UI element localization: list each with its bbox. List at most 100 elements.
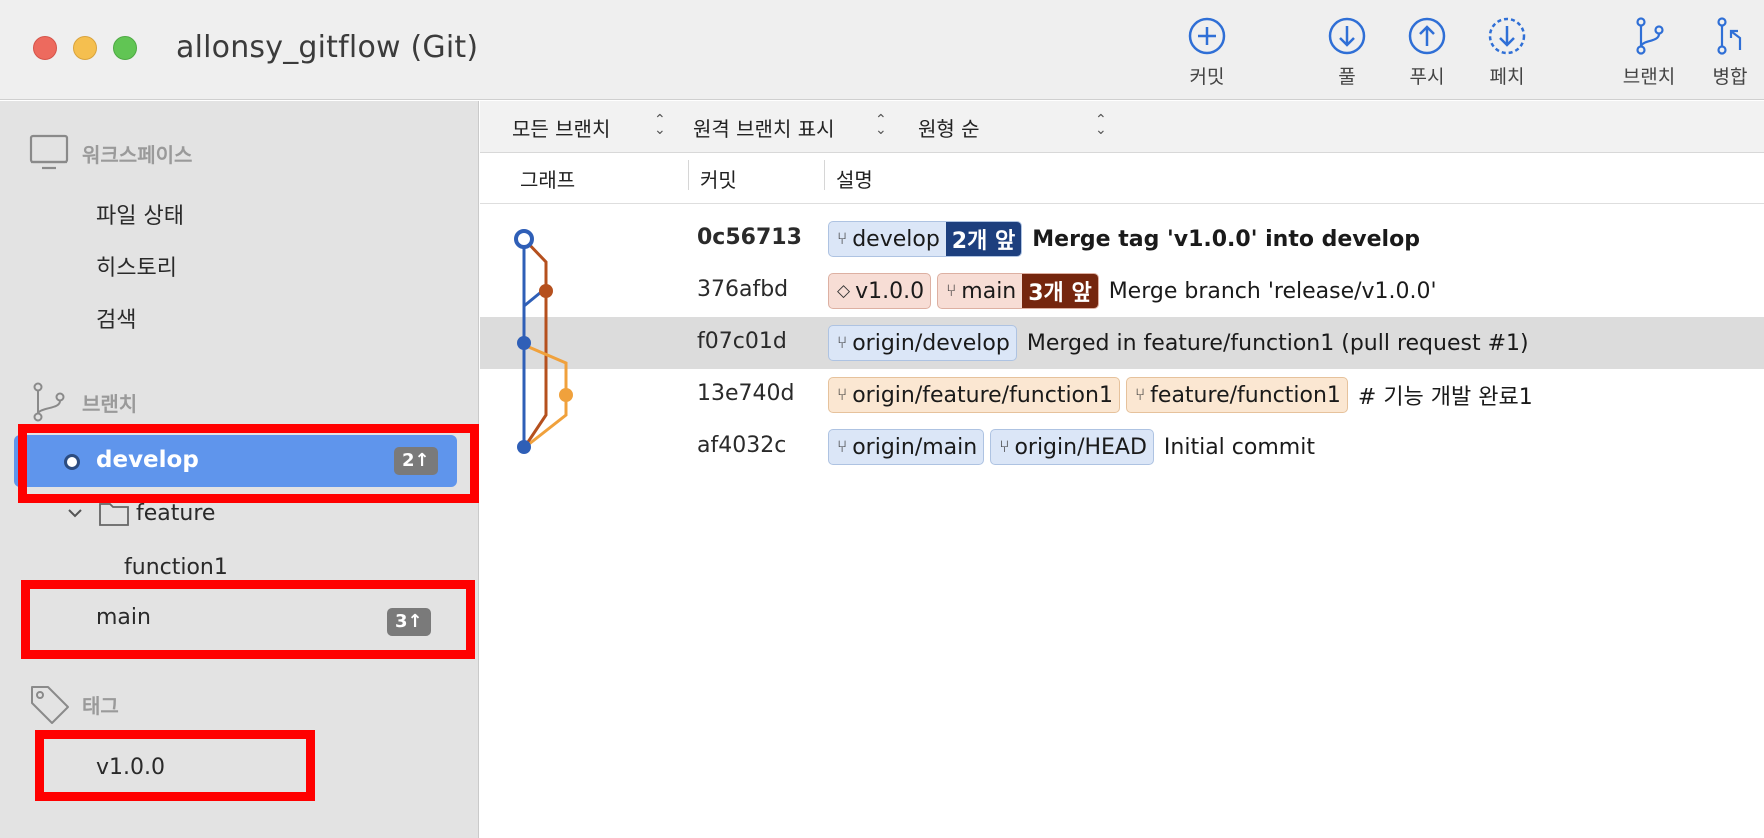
commit-row[interactable]: 13e740d ⑂ origin/feature/function1 ⑂ featu… — [480, 369, 1764, 421]
commit-refs: ◇ v1.0.0 ⑂ main 3개 앞 Merge branch 'release… — [828, 273, 1437, 309]
ahead-indicator: 2개 앞 — [945, 222, 1022, 256]
sidebar-folder-feature[interactable]: feature — [64, 499, 215, 527]
branch-icon: ⑂ — [946, 281, 957, 301]
fetch-button-label: 페치 — [1489, 66, 1525, 88]
dashed-arrow-down-circle-icon — [1488, 17, 1526, 55]
order-filter-value: 원형 순 — [918, 117, 980, 141]
sidebar-branch-main[interactable]: main 3↑ — [24, 593, 454, 645]
graph-node — [539, 284, 553, 298]
merge-icon — [1717, 17, 1742, 55]
commit-message: Initial commit — [1163, 434, 1315, 460]
commit-hash: 376afbd — [697, 277, 789, 302]
commit-row[interactable]: 0c56713 ⑂ develop 2개 앞 Merge tag 'v1.0.0'… — [480, 213, 1764, 265]
folder-icon — [99, 503, 129, 526]
sidebar-branch-develop[interactable]: develop 2↑ — [14, 435, 457, 487]
sidebar-item-history[interactable]: 히스토리 — [96, 250, 177, 282]
commit-hash: 13e740d — [697, 381, 795, 406]
tag-icon — [31, 686, 69, 724]
column-separator[interactable] — [824, 160, 825, 190]
commit-message: Merge tag 'v1.0.0' into develop — [1032, 226, 1420, 252]
branch-icon: ⑂ — [837, 229, 848, 249]
sidebar: 워크스페이스 파일 상태 히스토리 검색 브랜치 develop 2↑ feat… — [0, 101, 479, 838]
commit-graph — [514, 229, 573, 454]
title-bar: allonsy_gitflow (Git) 커밋 풀 푸시 페치 브랜치 병합 — [0, 0, 1764, 100]
order-filter-select[interactable]: 원형 순 ⌃ ⌄ — [918, 113, 1118, 142]
pull-button-label: 풀 — [1338, 66, 1356, 88]
branch-button[interactable]: 브랜치 — [1614, 16, 1684, 96]
ref-label: origin/HEAD — [1014, 434, 1147, 460]
branch-ref-pill[interactable]: ⑂ feature/function1 — [1125, 377, 1348, 413]
graph-node — [559, 388, 573, 402]
arrow-down-circle-icon — [1328, 17, 1366, 55]
commit-refs: ⑂ origin/main ⑂ origin/HEAD Initial commit — [828, 429, 1315, 465]
merge-button-label: 병합 — [1712, 66, 1748, 88]
column-separator[interactable] — [688, 160, 689, 190]
column-header-description[interactable]: 설명 — [836, 164, 873, 193]
filter-bar: 모든 브랜치 ⌃ ⌄ 원격 브랜치 표시 ⌃ ⌄ 원형 순 ⌃ ⌄ — [480, 101, 1764, 153]
branch-icon: ⑂ — [999, 437, 1010, 457]
chevron-up-down-icon: ⌃ ⌄ — [654, 112, 666, 138]
tags-section-header[interactable]: 태그 — [28, 683, 119, 725]
commit-row[interactable]: 376afbd ◇ v1.0.0 ⑂ main 3개 앞 Merge branch … — [480, 265, 1764, 317]
chevron-down-icon — [68, 509, 82, 518]
branch-icon: ⑂ — [837, 437, 848, 457]
push-button[interactable]: 푸시 — [1392, 16, 1462, 96]
folder-label: feature — [136, 500, 216, 526]
window-title: allonsy_gitflow (Git) — [176, 30, 479, 65]
current-branch-indicator — [64, 454, 80, 470]
commit-message: # 기능 개발 완료1 — [1357, 385, 1533, 410]
commit-row[interactable]: af4032c ⑂ origin/main ⑂ origin/HEAD Initia… — [480, 421, 1764, 473]
zoom-window-button[interactable] — [113, 36, 137, 60]
commit-row-selected[interactable]: f07c01d ⑂ origin/develop Merged in featur… — [480, 317, 1764, 369]
column-header-row: 그래프 커밋 설명 — [480, 154, 1764, 204]
commit-message: Merge branch 'release/v1.0.0' — [1108, 278, 1437, 304]
branch-filter-select[interactable]: 모든 브랜치 ⌃ ⌄ — [512, 113, 668, 142]
sidebar-item-file-status[interactable]: 파일 상태 — [96, 198, 184, 230]
branches-section-header[interactable]: 브랜치 — [28, 381, 137, 423]
commit-refs: ⑂ origin/feature/function1 ⑂ feature/funct… — [828, 377, 1533, 413]
sidebar-tag-item[interactable]: v1.0.0 — [96, 755, 165, 780]
graph-node-head — [514, 229, 534, 249]
branch-ref-pill[interactable]: ⑂ origin/feature/function1 — [828, 377, 1120, 413]
commit-refs: ⑂ develop 2개 앞 Merge tag 'v1.0.0' into de… — [828, 221, 1420, 257]
chevron-up-down-icon: ⌃ ⌄ — [875, 112, 887, 138]
branch-ref-pill[interactable]: ⑂ origin/HEAD — [990, 429, 1154, 465]
ahead-count-badge: 2↑ — [394, 447, 438, 475]
tags-section-label: 태그 — [82, 693, 119, 718]
commit-button[interactable]: 커밋 — [1172, 16, 1242, 96]
tag-ref-pill[interactable]: ◇ v1.0.0 — [828, 273, 932, 309]
sidebar-branch-function1[interactable]: function1 — [124, 555, 228, 580]
remote-filter-select[interactable]: 원격 브랜치 표시 ⌃ ⌄ — [693, 113, 893, 142]
column-header-commit[interactable]: 커밋 — [700, 164, 737, 193]
branch-filter-value: 모든 브랜치 — [512, 117, 611, 141]
ref-label: origin/main — [852, 434, 978, 460]
arrow-up-circle-icon — [1408, 17, 1446, 55]
branch-ref-pill[interactable]: ⑂ origin/develop — [828, 325, 1017, 361]
ref-label: develop — [852, 226, 940, 252]
branch-icon: ⑂ — [1134, 385, 1146, 405]
minimize-window-button[interactable] — [73, 36, 97, 60]
branch-icon — [1636, 17, 1664, 55]
branch-ref-pill[interactable]: ⑂ develop 2개 앞 — [828, 221, 1023, 257]
pull-button[interactable]: 풀 — [1312, 16, 1382, 96]
remote-filter-value: 원격 브랜치 표시 — [693, 117, 835, 141]
close-window-button[interactable] — [33, 36, 57, 60]
branch-name-main: main — [96, 605, 151, 630]
tag-icon: ◇ — [837, 281, 851, 301]
monitor-icon — [29, 134, 69, 170]
graph-node — [517, 336, 531, 350]
workspace-section-header[interactable]: 워크스페이스 — [28, 133, 192, 173]
ahead-indicator: 3개 앞 — [1022, 274, 1098, 308]
merge-button[interactable]: 병합 — [1697, 16, 1763, 96]
branch-ref-pill[interactable]: ⑂ main 3개 앞 — [937, 273, 1099, 309]
sidebar-item-search[interactable]: 검색 — [96, 302, 136, 334]
column-header-graph[interactable]: 그래프 — [520, 164, 575, 193]
push-button-label: 푸시 — [1409, 66, 1445, 88]
ref-label: main — [961, 278, 1017, 304]
commit-hash: f07c01d — [697, 329, 787, 354]
branch-ref-pill[interactable]: ⑂ origin/main — [828, 429, 985, 465]
branch-icon — [33, 382, 65, 422]
fetch-button[interactable]: 페치 — [1472, 16, 1542, 96]
commit-button-label: 커밋 — [1189, 66, 1225, 88]
branch-icon: ⑂ — [837, 333, 848, 353]
